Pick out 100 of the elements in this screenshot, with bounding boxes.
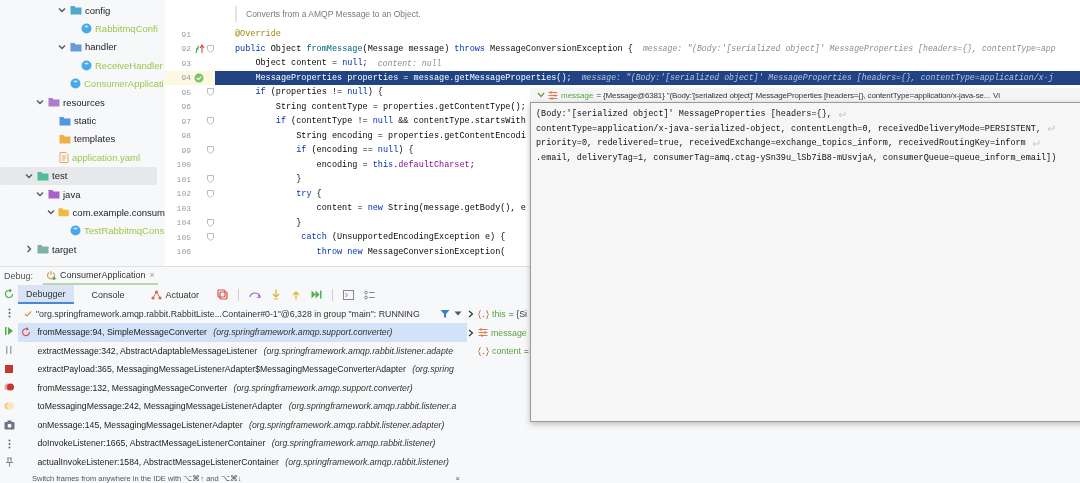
- dropdown-icon[interactable]: [453, 311, 462, 316]
- code-line: String encoding = properties.getContentEncodi: [295, 130, 526, 141]
- chevron-down-icon[interactable]: [537, 92, 545, 98]
- stack-frame[interactable]: doInvokeListener:1665, AbstractMessageListenerContainer (org.springframework.amqp.rabbit.listener): [18, 434, 467, 453]
- soft-wrap-icon: [1047, 125, 1055, 133]
- field-icon: [478, 328, 488, 338]
- tree-item[interactable]: handler: [0, 37, 165, 57]
- tree-item[interactable]: target: [0, 240, 165, 259]
- tree-item[interactable]: config: [0, 1, 165, 20]
- variable-value: =: [523, 346, 529, 357]
- code-line: if (contentType != null && contentType.startsWith: [274, 116, 526, 127]
- soft-wrap-icon: [837, 110, 846, 118]
- folder-icon: [70, 41, 82, 52]
- chevron-down-icon[interactable]: [36, 98, 44, 107]
- more-icon[interactable]: [7, 438, 11, 449]
- code-line: if (encoding == null) {: [295, 145, 414, 156]
- check-icon: [24, 309, 32, 318]
- stack-frame[interactable]: onMessage:145, MessagingMessageListenerAdapter (org.springframework.amqp.rabbit.listener.adapter): [18, 415, 467, 434]
- value-text-line: contentType=application/x-java-serialized-object, contentLength=0, receivedDeliveryMode=PERSISTENT,: [536, 123, 1041, 134]
- restart-icon[interactable]: [4, 289, 14, 299]
- view-link[interactable]: Vi: [993, 90, 1000, 100]
- value-text-line: (Body:'[serialized object]' MessageProperties [headers={},: [536, 109, 832, 120]
- line-number: 96: [180, 102, 191, 112]
- step-into-icon[interactable]: [271, 289, 282, 300]
- class-icon: [81, 23, 92, 35]
- file-icon: [59, 151, 69, 163]
- stack-frame[interactable]: fromMessage:132, MessagingMessageConverter (org.springframework.amqp.support.converter): [18, 378, 467, 397]
- folder-icon: [70, 5, 82, 16]
- line-number: 92: [180, 44, 191, 54]
- value-text-line: priority=0, redelivered=true, receivedExchange=exchange_topics_inform, receivedRoutingKey=inform: [536, 138, 1026, 149]
- chevron-right-icon[interactable]: [25, 245, 33, 254]
- stack-frame[interactable]: actualInvokeListener:1584, AbstractMessageListenerContainer (org.springframework.amqp.rabbit.listener): [18, 452, 467, 471]
- stack-frame[interactable]: fromMessage:94, SimpleMessageConverter (org.springframework.amqp.support.converter): [18, 323, 467, 342]
- tree-item[interactable]: test: [0, 166, 157, 185]
- code-line: @Override: [235, 29, 281, 40]
- code-line: encoding = this.defaultCharset;: [315, 159, 475, 170]
- resume-icon[interactable]: [4, 326, 14, 337]
- line-number: 99: [180, 145, 191, 155]
- pin-icon[interactable]: [4, 457, 14, 468]
- tree-item[interactable]: templates: [0, 129, 165, 149]
- list-icon[interactable]: [364, 289, 376, 300]
- chevron-down-icon[interactable]: [25, 171, 33, 180]
- class-icon: [81, 59, 92, 71]
- folder-icon: [37, 244, 49, 255]
- fold-icon[interactable]: [207, 88, 214, 97]
- step-over-icon[interactable]: [249, 289, 262, 300]
- code-line: String contentType = properties.getContentType();: [274, 101, 526, 112]
- braces-icon: [478, 346, 489, 356]
- thread-selector[interactable]: "org.springframework.amqp.rabbit.RabbitListe...Container#0-1"@6,328 in group "main": RUNNING: [36, 308, 420, 319]
- more-icon[interactable]: [7, 307, 11, 318]
- tree-item[interactable]: com.example.consum: [0, 203, 165, 222]
- folder-icon: [37, 170, 49, 181]
- stack-frame[interactable]: toMessagingMessage:242, MessagingMessageListenerAdapter (org.springframework.amqp.rabbit.listener.a: [18, 397, 467, 416]
- breakpoints-icon[interactable]: [3, 382, 15, 393]
- tab[interactable]: Debugger: [18, 285, 74, 304]
- nodes-icon: [150, 289, 162, 300]
- stack-frame[interactable]: extractMessage:342, AbstractAdaptableMessageListener (org.springframework.amqp.rabbit.listener.adapte: [18, 341, 467, 360]
- folder-icon: [48, 189, 60, 200]
- line-number: 102: [175, 189, 191, 199]
- camera-icon[interactable]: [3, 419, 15, 430]
- chevron-down-icon[interactable]: [58, 42, 66, 51]
- stack-frame[interactable]: extractPayload:365, MessagingMessageListenerAdapter$MessagingMessageConverterAdapter (org.spring: [18, 360, 467, 379]
- class-icon: [70, 225, 81, 237]
- layout-icon[interactable]: [217, 289, 229, 300]
- line-number: 93: [180, 58, 191, 68]
- terminal-icon[interactable]: [343, 289, 355, 300]
- tab[interactable]: Actuator: [142, 285, 208, 304]
- class-icon: [70, 78, 81, 90]
- tree-item[interactable]: java: [0, 184, 165, 204]
- chevron-down-icon[interactable]: [58, 6, 66, 15]
- code-line: if (properties != null) {: [254, 87, 383, 98]
- code-line: Object content = null;: [254, 58, 368, 69]
- refresh-icon: [21, 327, 31, 338]
- inline-value-hint: message: "(Body:'[serialized object]' MessageProperties [headers={}, contentType=application/x-j: [581, 73, 1054, 83]
- line-number: 103: [175, 203, 191, 213]
- line-number: 105: [175, 232, 191, 242]
- tree-item[interactable]: static: [0, 111, 165, 130]
- fold-icon[interactable]: [207, 146, 214, 155]
- override-icon[interactable]: [193, 43, 205, 55]
- line-number: 91: [180, 29, 191, 39]
- tab[interactable]: Console: [83, 285, 133, 304]
- line-number: 100: [175, 160, 191, 170]
- session-title: ConsumerApplication: [60, 270, 146, 280]
- doc-comment: Converts from a AMQP Message to an Object.: [235, 5, 421, 22]
- folder-icon: [58, 207, 70, 218]
- line-number: 106: [175, 247, 191, 257]
- fold-icon[interactable]: [207, 117, 214, 126]
- tree-item[interactable]: resources: [0, 92, 165, 112]
- pause-icon[interactable]: [4, 345, 14, 356]
- step-out-icon[interactable]: [291, 289, 302, 300]
- run-to-cursor-icon[interactable]: [311, 290, 323, 299]
- inline-value-hint: content: null: [377, 58, 442, 68]
- line-number: 104: [175, 218, 191, 228]
- filter-icon[interactable]: [439, 308, 450, 319]
- check-icon[interactable]: [194, 72, 204, 83]
- line-number: 101: [175, 174, 191, 184]
- fold-icon[interactable]: [207, 44, 214, 53]
- stop-icon[interactable]: [4, 363, 14, 374]
- code-line: public Object fromMessage(Message message) throws MessageConversionException {: [235, 43, 633, 54]
- code-line: try {: [295, 188, 322, 199]
